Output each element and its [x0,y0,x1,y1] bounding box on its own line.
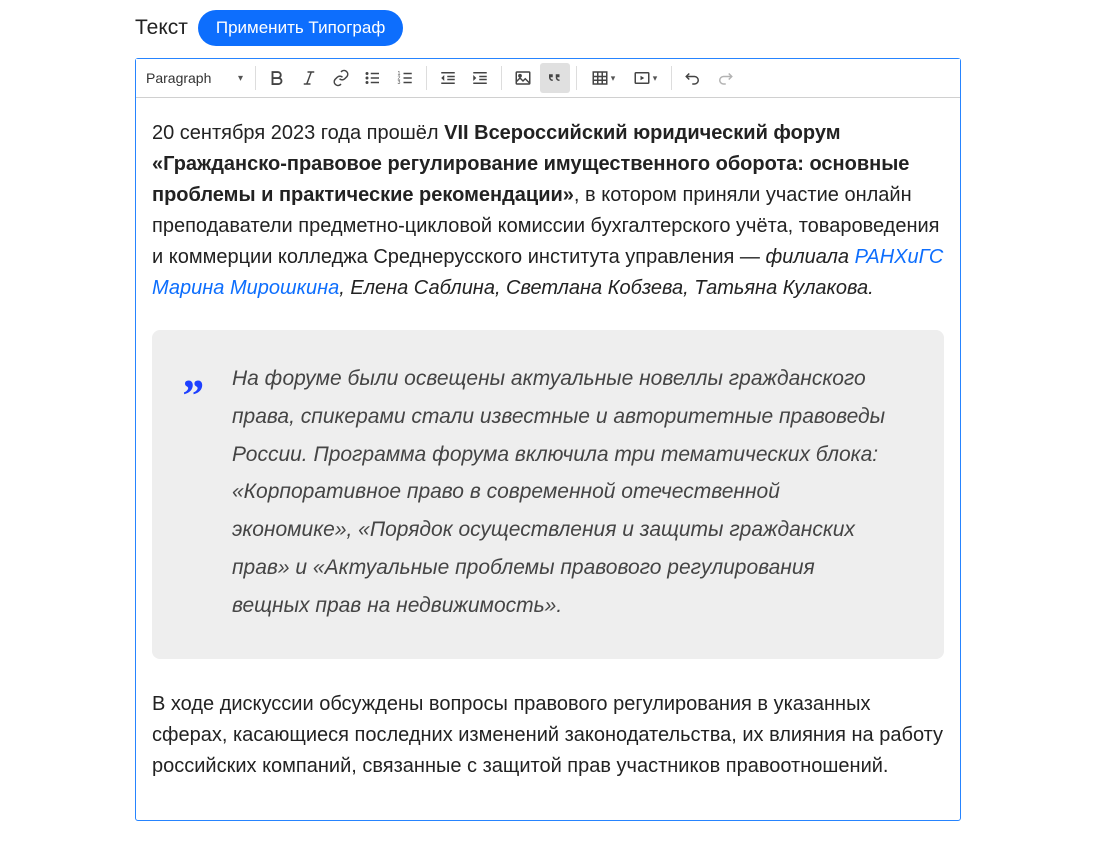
text: В ходе дискуссии обсуждены вопросы право… [152,693,943,777]
link-button[interactable] [326,63,356,93]
image-button[interactable] [508,63,538,93]
editor-toolbar: Paragraph ▾ 123 [136,59,960,98]
paragraph[interactable]: 20 сентября 2023 года прошёл VII Всеросс… [152,118,944,304]
media-button[interactable]: ▾ [625,63,665,93]
blockquote[interactable]: „ На форуме были освещены актуальные нов… [152,330,944,659]
toolbar-divider [255,66,256,90]
format-select[interactable]: Paragraph [142,66,242,90]
toolbar-divider [671,66,672,90]
apply-typograf-button[interactable]: Применить Типограф [198,10,403,46]
chevron-down-icon: ▾ [611,73,616,84]
indent-button[interactable] [465,63,495,93]
undo-button[interactable] [678,63,708,93]
rich-text-editor: Paragraph ▾ 123 [135,58,961,821]
paragraph[interactable]: В ходе дискуссии обсуждены вопросы право… [152,689,944,782]
toolbar-divider [426,66,427,90]
italic-text: , Елена Саблина, Светлана Кобзева, Татья… [339,277,873,299]
toolbar-divider [501,66,502,90]
italic-text: филиала [765,246,854,268]
outdent-button[interactable] [433,63,463,93]
bold-button[interactable] [262,63,292,93]
text-label: Текст [135,16,188,40]
redo-button[interactable] [710,63,740,93]
toolbar-divider [576,66,577,90]
quote-icon: „ [184,358,207,386]
blockquote-text: На форуме были освещены актуальные новел… [232,367,885,617]
chevron-down-icon: ▾ [653,73,658,84]
editor-content[interactable]: 20 сентября 2023 года прошёл VII Всеросс… [136,98,960,820]
text: 20 сентября 2023 года прошёл [152,122,444,144]
chevron-down-icon: ▾ [238,73,243,84]
italic-button[interactable] [294,63,324,93]
svg-text:3: 3 [398,80,401,86]
bullet-list-button[interactable] [358,63,388,93]
table-button[interactable]: ▾ [583,63,623,93]
numbered-list-button[interactable]: 123 [390,63,420,93]
blockquote-button[interactable] [540,63,570,93]
